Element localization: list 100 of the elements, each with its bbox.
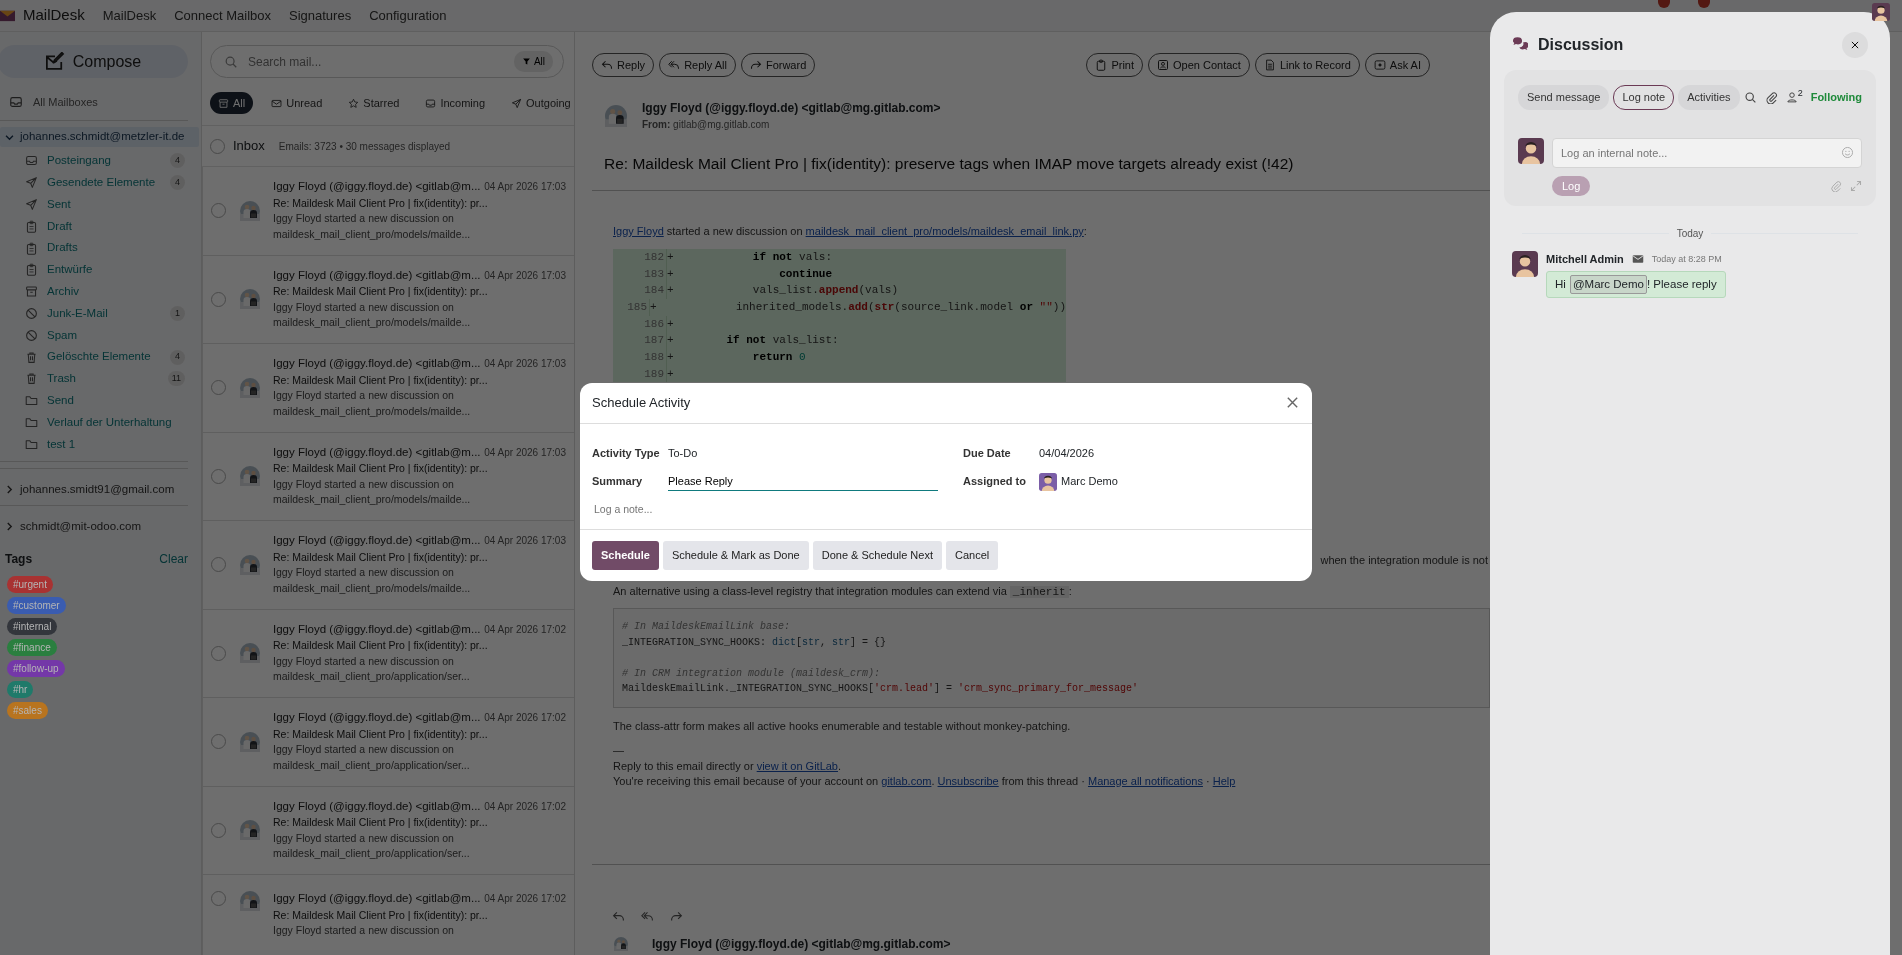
sender-name: Iggy Floyd (@iggy.floyd.de) <gitlab@m... [273, 356, 481, 372]
filter-button[interactable]: All [513, 51, 553, 72]
date-text: 04 Apr 2026 17:03 [484, 445, 566, 460]
toolbar-button[interactable]: Reply [592, 53, 655, 77]
sender-name: Iggy Floyd (@iggy.floyd.de) <gitlab@m... [273, 798, 481, 814]
toolbar-button[interactable]: Reply All [659, 53, 736, 77]
filter-tab[interactable]: Outgoing [503, 91, 574, 115]
chatter-tab[interactable]: Activities [1678, 85, 1740, 110]
subject-text: Re: Maildesk Mail Client Pro | fix(identity): pr... [273, 461, 489, 477]
filter-tab[interactable]: Starred [340, 91, 408, 115]
tag-chip[interactable]: #urgent [7, 576, 53, 594]
preview-text: maildesk_mail_client_pro/models/mailde... [273, 492, 472, 508]
mention-chip[interactable]: @Marc Demo [1569, 274, 1647, 294]
date-text: 04 Apr 2026 17:03 [484, 268, 566, 283]
filter-tab[interactable]: Incoming [417, 91, 494, 115]
preview-text: Iggy Floyd started a new discussion on [273, 388, 455, 404]
folder-item[interactable]: Junk-E-Mail 1 [0, 302, 201, 325]
footer-paragraph: You're receiving this email because of your account on gitlab.com. Unsubscribe from this thread · Manage all notifications · Help [613, 773, 1237, 789]
tag-chip[interactable]: #customer [7, 597, 66, 615]
following-button[interactable]: Following [1810, 89, 1862, 106]
compose-button[interactable]: Compose [0, 45, 188, 78]
menu-item[interactable]: MailDesk [102, 5, 157, 26]
folder-item[interactable]: Send [0, 389, 201, 412]
toolbar-button[interactable]: Ask AI [1364, 53, 1430, 77]
account-header[interactable]: johannes.schmidt@metzler-it.de [0, 127, 199, 147]
text-link[interactable]: Help [1212, 774, 1236, 787]
date-text: 04 Apr 2026 17:02 [484, 799, 566, 814]
tag-chip[interactable]: #hr [7, 681, 34, 699]
note-field[interactable]: Log an internal note... [1552, 137, 1862, 168]
toolbar-button[interactable]: Open Contact [1148, 53, 1250, 77]
app-brand[interactable]: MailDesk [23, 4, 85, 27]
dialog-button[interactable]: Schedule & Mark as Done [662, 541, 809, 570]
subject-text: Re: Maildesk Mail Client Pro | fix(identity): pr... [273, 195, 489, 211]
preview-text: maildesk_mail_client_pro/models/mailde... [273, 226, 472, 242]
preview-text: maildesk_mail_client_pro/models/mailde... [273, 580, 472, 596]
folder-item[interactable]: Archiv [0, 280, 201, 303]
section-heading: Tags [5, 551, 33, 569]
tag-chip[interactable]: #sales [7, 702, 48, 720]
folder-item[interactable]: Verlauf der Unterhaltung [0, 411, 201, 434]
dialog-button[interactable]: Done & Schedule Next [812, 541, 942, 570]
preview-text: maildesk_mail_client_pro/application/ser... [273, 757, 471, 773]
menu-item[interactable]: Connect Mailbox [174, 5, 271, 26]
field-value[interactable]: To-Do [668, 445, 698, 462]
followers-button[interactable]: 2 [1785, 91, 1803, 104]
sender-name: Iggy Floyd (@iggy.floyd.de) <gitlab@m... [273, 444, 481, 460]
folder-item[interactable]: Gesendete Elemente 4 [0, 171, 201, 194]
toolbar-button[interactable]: Link to Record [1254, 53, 1360, 77]
preview-text: Iggy Floyd started a new discussion on [273, 476, 455, 492]
email-subject: Re: Maildesk Mail Client Pro | fix(identity): preserve tags when IMAP move targets already exist (!42) [604, 154, 1295, 174]
sender-name: Iggy Floyd (@iggy.floyd.de) <gitlab@m... [273, 621, 481, 637]
field-value[interactable]: 04/04/2026 [1039, 445, 1095, 462]
menu-item[interactable]: Signatures [289, 5, 352, 26]
preview-text: Iggy Floyd started a new discussion on [273, 923, 455, 938]
folder-item[interactable]: Trash 11 [0, 367, 201, 390]
folder-title: Inbox [233, 137, 265, 156]
body-paragraph: Iggy Floyd started a new discussion on maildesk_mail_client_pro/models/maildesk_email_link.py: [613, 224, 1088, 240]
preview-text: Iggy Floyd started a new discussion on [273, 565, 455, 581]
folder-item[interactable]: Spam [0, 324, 201, 347]
text-link[interactable]: maildesk_mail_client_pro/models/maildesk_email_link.py [805, 225, 1084, 238]
folder-item[interactable]: Entwürfe [0, 259, 201, 281]
subject-text: Re: Maildesk Mail Client Pro | fix(identity): pr... [273, 372, 489, 388]
subject-text: Re: Maildesk Mail Client Pro | fix(identity): pr... [273, 907, 489, 923]
preview-text: maildesk_mail_client_pro/application/ser... [273, 846, 471, 862]
subject-text: Re: Maildesk Mail Client Pro | fix(identity): pr... [273, 638, 489, 654]
user-name[interactable]: Marc Demo [1061, 473, 1118, 490]
preview-text: maildesk_mail_client_pro/models/mailde... [273, 403, 472, 419]
log-button[interactable]: Log [1552, 175, 1591, 196]
account-header[interactable]: johannes.smidt91@gmail.com [0, 479, 199, 500]
text-link[interactable]: Iggy Floyd [613, 225, 664, 238]
text-link[interactable]: Unsubscribe [937, 774, 999, 787]
folder-item[interactable]: Sent [0, 193, 201, 216]
separator-text: — [613, 743, 625, 759]
tag-chip[interactable]: #finance [7, 639, 57, 657]
date-text: 04 Apr 2026 17:03 [484, 534, 566, 549]
folder-item[interactable]: Drafts [0, 237, 201, 259]
dialog-title: Schedule Activity [592, 394, 691, 412]
toolbar-button[interactable]: Print [1086, 53, 1143, 77]
chatter-tab[interactable]: Log note [1613, 85, 1675, 110]
toolbar-button[interactable]: Forward [740, 53, 816, 77]
menu-item[interactable]: Configuration [369, 5, 447, 26]
folder-item[interactable]: test 1 [0, 433, 201, 456]
text-link[interactable]: view it on GitLab [756, 759, 838, 772]
folder-item[interactable]: Gelöschte Elemente 4 [0, 346, 201, 368]
folder-item[interactable]: Posteingang 4 [0, 150, 201, 172]
all-mailboxes-link[interactable]: All Mailboxes [33, 93, 98, 111]
tag-chip[interactable]: #internal [7, 618, 58, 636]
folder-item[interactable]: Draft [0, 215, 201, 238]
dialog-button[interactable]: Schedule [592, 541, 659, 570]
text-link[interactable]: Manage all notifications [1087, 774, 1203, 787]
account-header[interactable]: schmidt@mit-odoo.com [0, 516, 199, 537]
filter-tab[interactable]: All [210, 91, 254, 115]
sender-name: Iggy Floyd (@iggy.floyd.de) <gitlab@mg.gitlab.com> [652, 935, 951, 953]
chatter-tab[interactable]: Send message [1518, 85, 1610, 110]
footer-paragraph: Reply to this email directly or view it on GitLab. [613, 758, 843, 774]
tag-chip[interactable]: #follow-up [7, 660, 65, 678]
dialog-button[interactable]: Cancel [946, 541, 999, 570]
count-badge: 4 [170, 175, 185, 191]
date-text: 04 Apr 2026 17:02 [484, 892, 566, 906]
filter-tab[interactable]: Unread [263, 91, 331, 115]
clear-link[interactable]: Clear [159, 550, 188, 569]
